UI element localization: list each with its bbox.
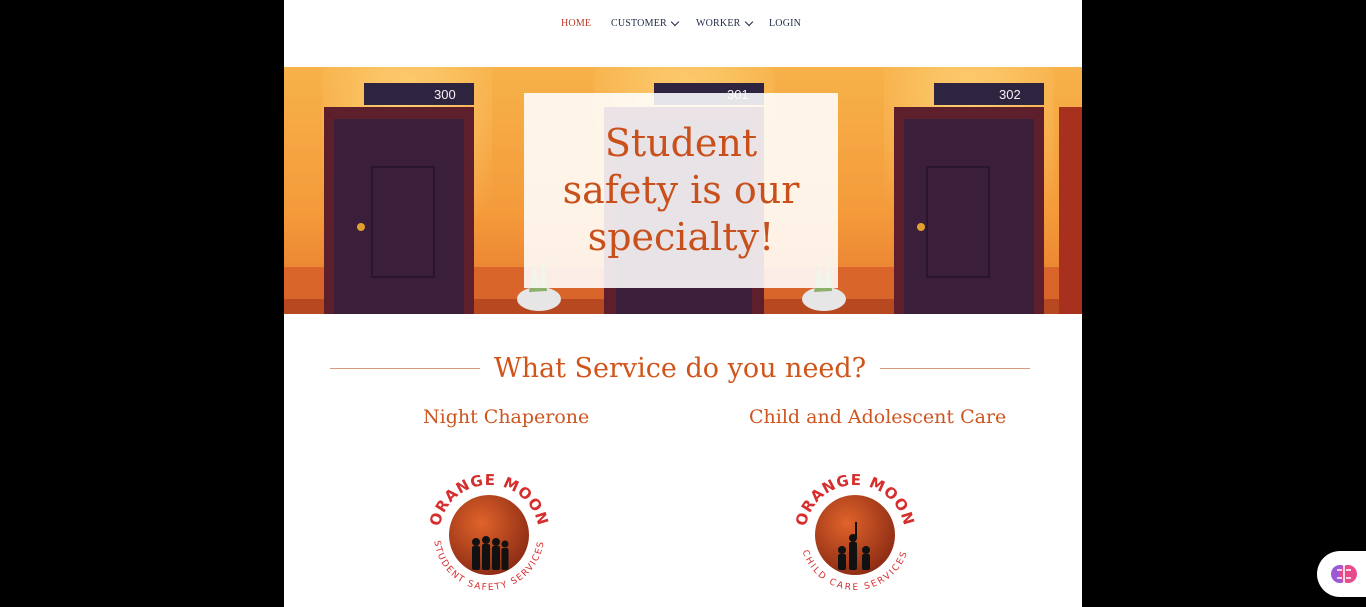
brain-icon — [1331, 565, 1357, 583]
nav-home-label: HOME — [561, 18, 592, 29]
service-night-chaperone[interactable]: Night Chaperone — [423, 406, 589, 428]
chevron-down-icon — [744, 17, 753, 27]
nav-login[interactable]: LOGIN — [769, 18, 801, 29]
hero-title: Student safety is our specialty! — [562, 121, 800, 259]
divider — [330, 367, 480, 369]
nav-customer[interactable]: CUSTOMER — [611, 17, 680, 29]
chevron-down-icon — [670, 17, 680, 27]
services-title: What Service do you need? — [493, 352, 867, 384]
door-300 — [322, 67, 492, 314]
hero-banner: 300 301 302 Student safety is our specia… — [284, 67, 1082, 314]
door-302 — [884, 67, 1082, 314]
top-nav: HOME CUSTOMER WORKER LOGIN — [284, 0, 1082, 67]
orange-moon-student-safety-logo[interactable]: ORANGE MOON STUDENT SAFETY SERVICES — [424, 470, 554, 600]
services-heading: What Service do you need? — [330, 346, 1030, 390]
nav-worker-label: WORKER — [696, 18, 741, 29]
door-number-302: 302 — [999, 87, 1021, 102]
divider — [880, 367, 1030, 369]
orange-moon-child-care-logo[interactable]: ORANGE MOON CHILD CARE SERVICES — [790, 470, 920, 600]
door-number-300: 300 — [434, 87, 456, 102]
assistant-widget[interactable] — [1317, 551, 1366, 597]
nav-worker[interactable]: WORKER — [696, 17, 753, 29]
nav-home[interactable]: HOME — [561, 18, 591, 29]
nav-login-label: LOGIN — [769, 18, 802, 29]
page: HOME CUSTOMER WORKER LOGIN 300 302 Stude… — [284, 0, 1082, 607]
service-child-care[interactable]: Child and Adolescent Care — [749, 406, 1006, 428]
hero-text-box: Student safety is our specialty! — [524, 93, 838, 288]
nav-customer-label: CUSTOMER — [611, 18, 667, 29]
